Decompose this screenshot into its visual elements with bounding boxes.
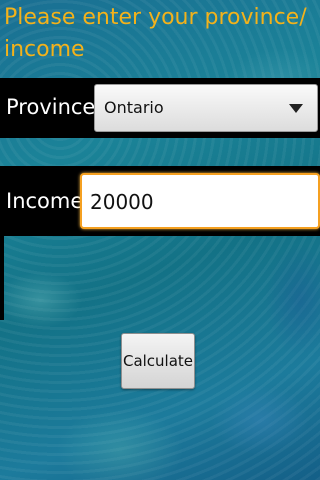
income-input-value: 20000 bbox=[90, 190, 154, 214]
province-dropdown[interactable]: Ontario bbox=[94, 84, 318, 132]
province-label: Province: bbox=[6, 95, 103, 119]
dropdown-arrow-icon bbox=[289, 104, 303, 113]
province-selected-value: Ontario bbox=[104, 98, 164, 117]
divider-strip bbox=[0, 236, 4, 320]
calculate-button[interactable]: Calculate bbox=[121, 333, 195, 389]
income-input[interactable]: 20000 bbox=[80, 173, 320, 229]
income-label: Income: bbox=[6, 189, 91, 213]
app-screen: Please enter your province/ income Provi… bbox=[0, 0, 320, 480]
page-title: Please enter your province/ income bbox=[4, 5, 307, 62]
